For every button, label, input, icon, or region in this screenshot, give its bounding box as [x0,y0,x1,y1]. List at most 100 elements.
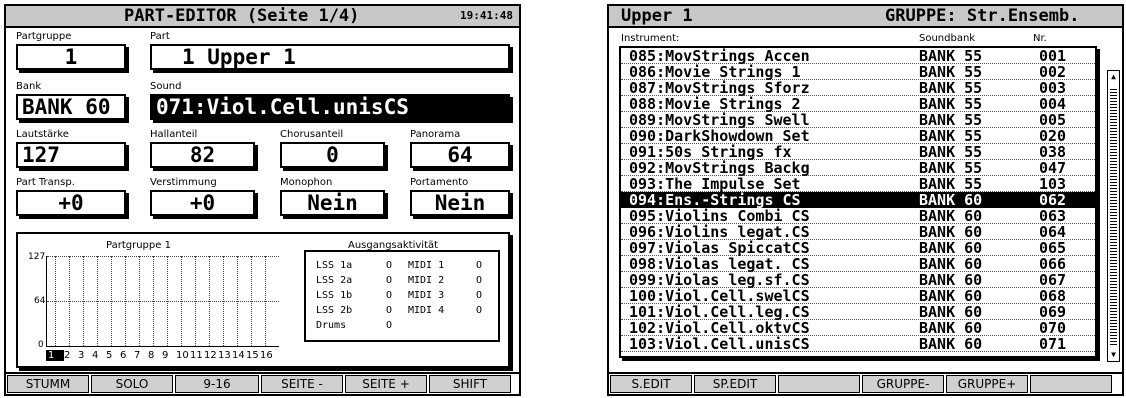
sound-row[interactable]: 087:MovStrings Sforz BANK 55 003 [621,80,1095,96]
output-label: MIDI 2 [408,275,445,286]
sound-row[interactable]: 098:Violas legat. CS BANK 60 066 [621,256,1095,272]
softkey-3[interactable] [778,375,860,393]
bank-field[interactable]: BANK 60 [16,94,126,120]
part-level-line [223,256,224,346]
chorusanteil-label: Chorusanteil [280,129,344,140]
softkey-6[interactable]: SHIFT [429,375,511,393]
softkey-3[interactable]: 9-16 [175,375,259,393]
sound-bank: BANK 55 [919,95,983,113]
softkey-1[interactable]: S.EDIT [610,375,692,393]
scroll-thumb[interactable] [1110,87,1117,345]
group-title: GRUPPE: Str.Ensemb. [885,6,1080,26]
sound-row[interactable]: 085:MovStrings Accen BANK 55 001 [621,48,1095,64]
ausgang-row: Drums O [316,320,492,333]
sound-row[interactable]: 103:Viol.Cell.unisCS BANK 60 071 [621,336,1095,352]
sound-nr: 001 [1039,47,1067,65]
monophon-field[interactable]: Nein [280,190,385,216]
sound-row[interactable]: 102:Viol.Cell.oktvCS BANK 60 070 [621,320,1095,336]
sound-row[interactable]: 093:The Impulse Set BANK 55 103 [621,176,1095,192]
sound-row[interactable]: 101:Viol.Cell.leg.CS BANK 60 069 [621,304,1095,320]
part-number[interactable]: 10 [176,350,190,361]
sound-row[interactable]: 100:Viol.Cell.swelCS BANK 60 068 [621,288,1095,304]
part-number[interactable]: 7 [134,350,148,361]
sound-name: 096:Violins legat.CS [629,223,810,241]
part-number[interactable]: 13 [218,350,232,361]
sound-name: 103:Viol.Cell.unisCS [629,335,810,353]
softkey-4[interactable]: GRUPPE- [862,375,944,393]
sound-row[interactable]: 086:Movie Strings 1 BANK 55 002 [621,64,1095,80]
sound-row[interactable]: 090:DarkShowdown Set BANK 55 020 [621,128,1095,144]
part-transp-field[interactable]: +0 [16,190,126,216]
sound-nr: 071 [1039,335,1067,353]
part-field[interactable]: 1 Upper 1 [150,44,510,70]
ausgang-box: LSS 1a O MIDI 1 O LSS 2a O MIDI 2 O LSS 1b O MIDI … [304,250,500,342]
sound-nr: 038 [1039,143,1067,161]
portamento-field[interactable]: Nein [410,190,510,216]
part-level-line [265,256,266,346]
sound-row[interactable]: 088:Movie Strings 2 BANK 55 004 [621,96,1095,112]
part-number[interactable]: 8 [148,350,162,361]
softkey-1[interactable]: STUMM [7,375,89,393]
activity-indicator: O [386,275,393,286]
scrollbar[interactable]: ▲ ▼ [1107,70,1120,362]
monophon-label: Monophon [280,177,333,188]
part-number[interactable]: 14 [232,350,246,361]
output-label: LSS 1a [316,260,353,271]
sound-nr: 047 [1039,159,1067,177]
output-label: LSS 2a [316,275,353,286]
sound-name: 091:50s Strings fx [629,143,792,161]
verstimmung-field[interactable]: +0 [150,190,255,216]
part-number[interactable]: 1 [46,350,64,361]
softkey-4[interactable]: SEITE - [261,375,343,393]
sound-row[interactable]: 094:Ens.-Strings CS BANK 60 062 [621,192,1095,208]
sound-bank: BANK 60 [919,335,983,353]
part-number[interactable]: 15 [246,350,260,361]
part-number[interactable]: 3 [78,350,92,361]
part-number[interactable]: 11 [190,350,204,361]
sound-bank: BANK 60 [919,255,983,273]
softkey-5[interactable]: GRUPPE+ [946,375,1028,393]
softkey-6[interactable] [1030,375,1112,393]
sound-row[interactable]: 099:Violas leg.sf.CS BANK 60 067 [621,272,1095,288]
y-label-64: 64 [34,296,46,306]
part-number[interactable]: 6 [120,350,134,361]
sound-row[interactable]: 095:Violins Combi CS BANK 60 063 [621,208,1095,224]
sound-row[interactable]: 089:MovStrings Swell BANK 55 005 [621,112,1095,128]
sound-row[interactable]: 091:50s Strings fx BANK 55 038 [621,144,1095,160]
sound-field[interactable]: 071:Viol.Cell.unisCS [150,94,510,120]
part-number[interactable]: 4 [92,350,106,361]
sound-bank: BANK 55 [919,175,983,193]
y-label-0: 0 [38,340,44,350]
sound-bank: BANK 60 [919,239,983,257]
chorusanteil-field[interactable]: 0 [280,142,385,168]
sound-name: 092:MovStrings Backg [629,159,810,177]
scroll-down-icon[interactable]: ▼ [1108,349,1119,361]
sound-row[interactable]: 096:Violins legat.CS BANK 60 064 [621,224,1095,240]
sound-name: 087:MovStrings Sforz [629,79,810,97]
part-number[interactable]: 16 [260,350,274,361]
scroll-up-icon[interactable]: ▲ [1108,71,1119,83]
activity-indicator: O [476,290,483,301]
sound-bank: BANK 55 [919,143,983,161]
part-numbers: 1 2 3 4 5 6 7 8 9 10111213141516 [46,350,274,361]
title-bar: Upper 1 GRUPPE: Str.Ensemb. [609,6,1122,28]
col-instrument: Instrument: [621,33,680,44]
softkey-5[interactable]: SEITE + [345,375,427,393]
partgruppe-field[interactable]: 1 [16,44,126,70]
ausgang-row: LSS 2a O MIDI 2 O [316,275,492,288]
hallanteil-field[interactable]: 82 [150,142,255,168]
softkey-2[interactable]: SOLO [91,375,173,393]
part-number[interactable]: 12 [204,350,218,361]
portamento-label: Portamento [410,177,469,188]
lautstaerke-field[interactable]: 127 [16,142,126,168]
sound-row[interactable]: 092:MovStrings Backg BANK 55 047 [621,160,1095,176]
panorama-field[interactable]: 64 [410,142,510,168]
part-number[interactable]: 2 [64,350,78,361]
part-number[interactable]: 5 [106,350,120,361]
sound-list[interactable]: 085:MovStrings Accen BANK 55 001 086:Movie … [619,46,1097,358]
sound-bank: BANK 55 [919,159,983,177]
sound-row[interactable]: 097:Violas SpiccatCS BANK 60 065 [621,240,1095,256]
part-number[interactable]: 9 [162,350,176,361]
title-bar: PART-EDITOR (Seite 1/4) 19:41:48 [6,6,519,28]
softkey-2[interactable]: SP.EDIT [694,375,776,393]
